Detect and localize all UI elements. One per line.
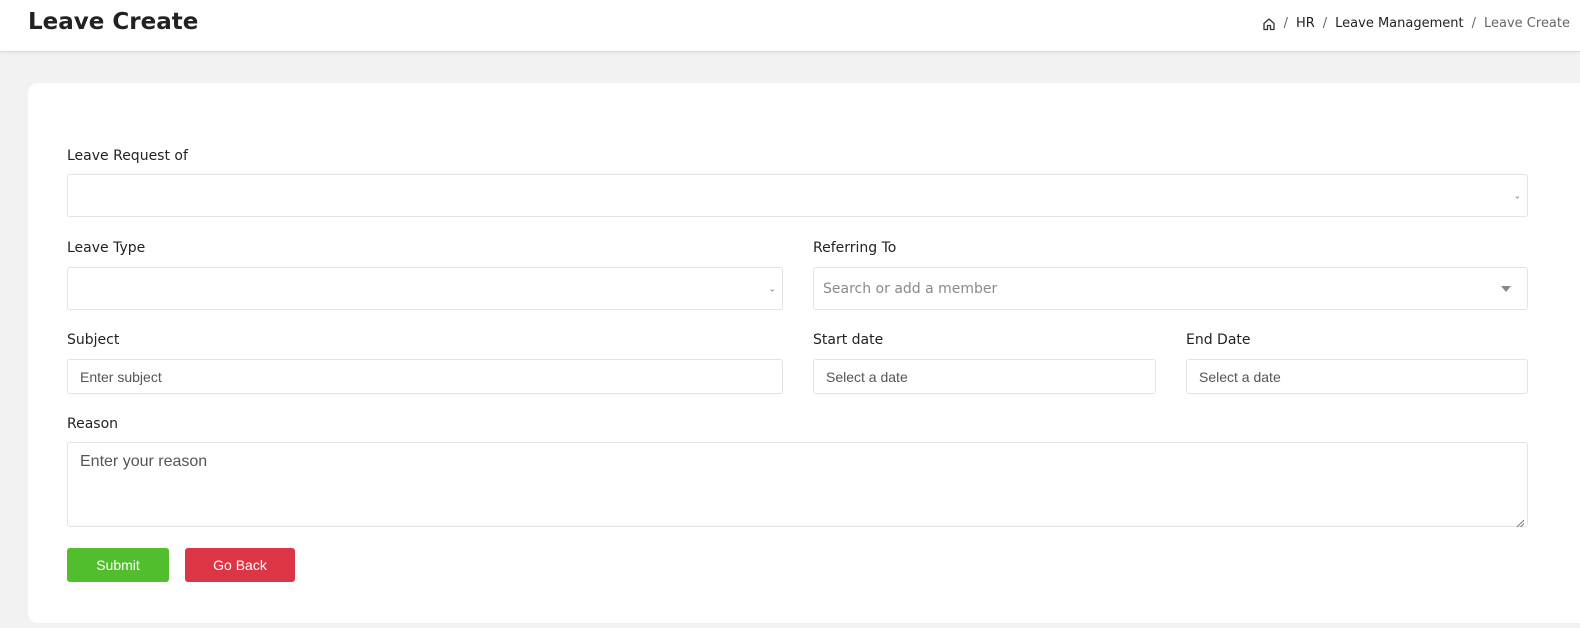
go-back-button[interactable]: Go Back xyxy=(185,548,295,582)
start-date-label: Start date xyxy=(813,332,884,348)
referring-to-placeholder: Search or add a member xyxy=(823,280,998,297)
reason-placeholder: Enter your reason xyxy=(80,453,208,470)
end-date-input[interactable]: Select a date xyxy=(1186,359,1528,394)
reason-textarea[interactable]: Enter your reason xyxy=(67,442,1528,528)
resize-grip-icon[interactable] xyxy=(1516,515,1525,528)
subject-placeholder: Enter subject xyxy=(80,368,162,385)
end-date-placeholder: Select a date xyxy=(1199,368,1281,385)
subject-label: Subject xyxy=(67,332,120,348)
end-date-label: End Date xyxy=(1186,332,1251,348)
start-date-placeholder: Select a date xyxy=(826,368,908,385)
breadcrumb-separator: / xyxy=(1322,16,1328,31)
page-title: Leave Create xyxy=(28,9,199,35)
chevron-down-icon: ⌄ xyxy=(1513,190,1521,200)
breadcrumb-separator: / xyxy=(1471,16,1476,31)
subject-input[interactable]: Enter subject xyxy=(67,359,783,394)
home-icon[interactable] xyxy=(1262,17,1276,31)
breadcrumb-current: Leave Create xyxy=(1484,16,1570,31)
leave-request-of-label: Leave Request of xyxy=(67,148,188,164)
referring-to-select[interactable]: Search or add a member xyxy=(813,267,1528,310)
leave-form-card: Leave Request of ⌄ Leave Type ⌄ Referrin… xyxy=(28,83,1580,623)
breadcrumb-separator: / xyxy=(1283,16,1288,31)
breadcrumb-item-hr[interactable]: HR xyxy=(1296,16,1315,31)
reason-label: Reason xyxy=(67,416,119,432)
caret-down-icon xyxy=(1501,285,1511,292)
leave-request-of-select[interactable]: ⌄ xyxy=(67,174,1528,217)
chevron-down-icon: ⌄ xyxy=(768,283,776,293)
leave-type-select[interactable]: ⌄ xyxy=(67,267,783,310)
breadcrumb: / HR / Leave Management / Leave Create xyxy=(1262,16,1570,31)
referring-to-label: Referring To xyxy=(813,240,897,256)
leave-type-label: Leave Type xyxy=(67,240,146,256)
submit-button[interactable]: Submit xyxy=(67,548,169,582)
top-header: Leave Create / HR / Leave Management / L… xyxy=(0,0,1580,52)
breadcrumb-item-leave-management[interactable]: Leave Management xyxy=(1335,16,1463,31)
start-date-input[interactable]: Select a date xyxy=(813,359,1156,394)
